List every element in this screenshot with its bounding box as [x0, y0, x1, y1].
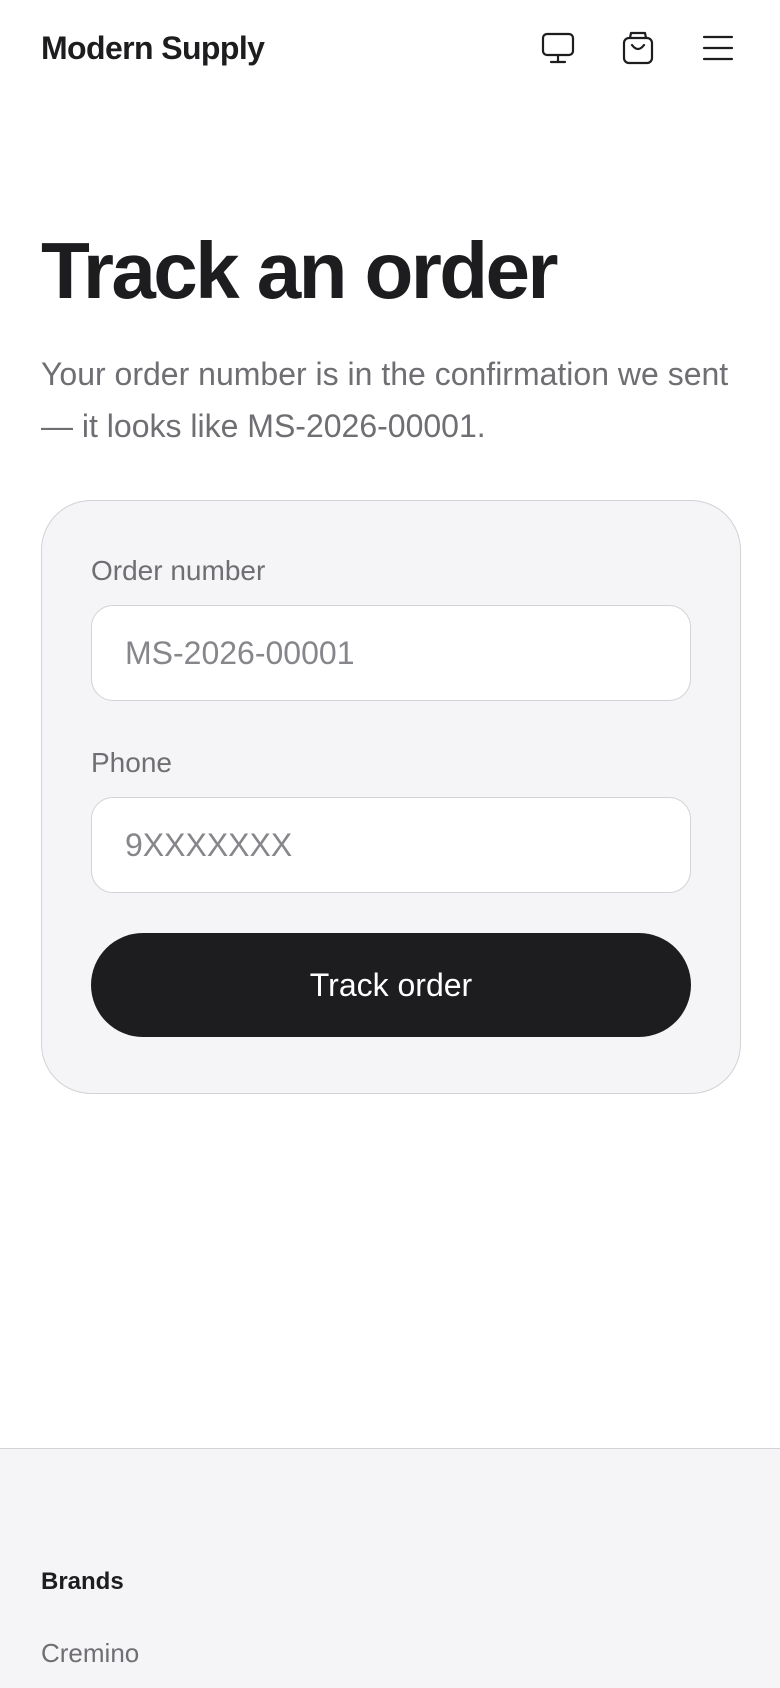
monitor-icon: [541, 32, 575, 64]
phone-label: Phone: [91, 747, 172, 778]
order-number-label: Order number: [91, 555, 266, 586]
page-subtitle: Your order number is in the confirmation…: [41, 356, 729, 444]
track-order-form: Order number Phone Track order: [41, 500, 741, 1094]
footer-link-cremino[interactable]: Cremino: [41, 1637, 739, 1669]
header-actions: [537, 27, 739, 69]
track-order-button[interactable]: Track order: [91, 933, 691, 1037]
cart-button[interactable]: [617, 27, 659, 69]
order-number-input[interactable]: [91, 605, 691, 701]
field-spacer: [91, 701, 691, 745]
page: Modern Supply Track an order Your order …: [0, 0, 780, 1688]
footer-heading-brands: Brands: [41, 1568, 124, 1595]
menu-button[interactable]: [697, 27, 739, 69]
phone-input[interactable]: [91, 797, 691, 893]
page-title: Track an order: [41, 226, 559, 315]
shopping-bag-icon: [622, 31, 654, 65]
monitor-button[interactable]: [537, 27, 579, 69]
menu-icon: [702, 35, 734, 61]
brand-logo[interactable]: Modern Supply: [41, 30, 265, 67]
main-content: Track an order Your order number is in t…: [0, 228, 780, 1094]
site-footer: Brands Cremino: [0, 1448, 780, 1688]
site-header: Modern Supply: [0, 0, 780, 96]
